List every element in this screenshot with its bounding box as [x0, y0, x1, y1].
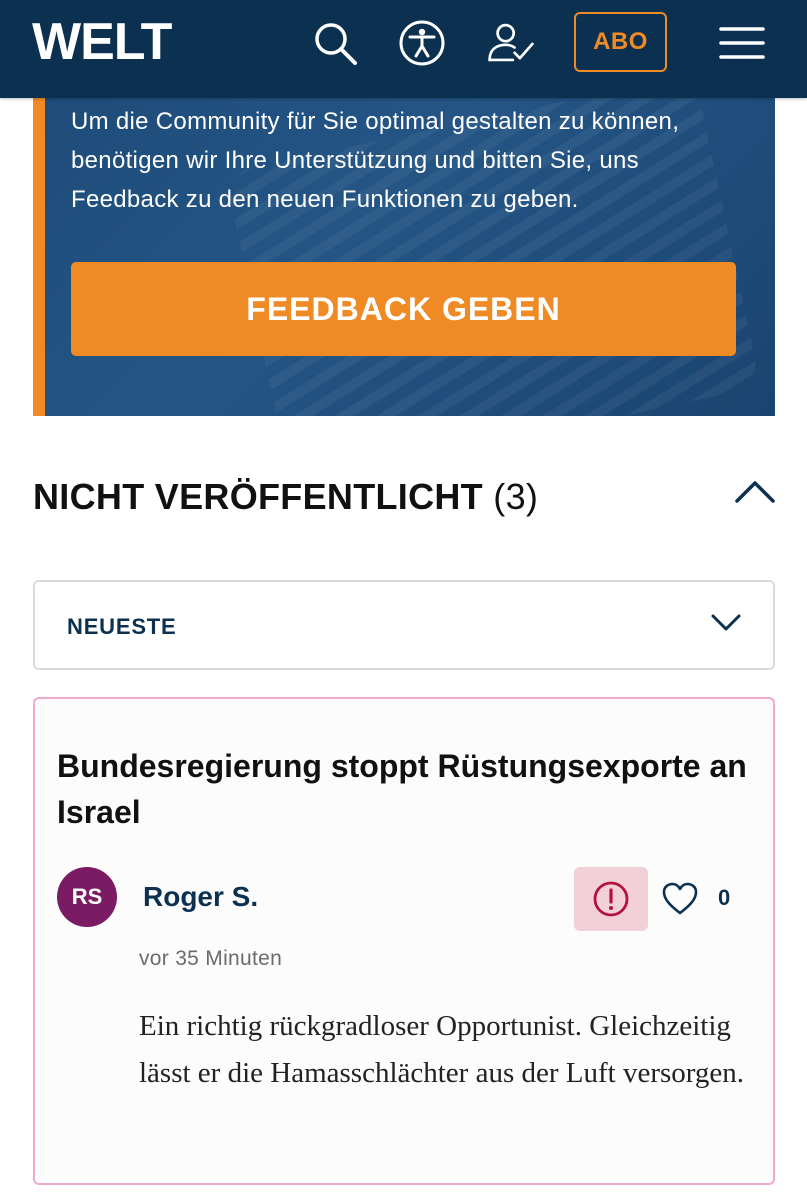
banner-text: Um die Community für Sie optimal gestalt…: [71, 108, 680, 213]
comment-author[interactable]: Roger S.: [143, 881, 258, 913]
chevron-down-icon: [710, 612, 742, 639]
comment-card: Bundesregierung stoppt Rüstungsexporte a…: [33, 697, 775, 1185]
menu-icon[interactable]: [716, 18, 768, 68]
comment-text: Ein richtig rückgradloser Opportunist. G…: [139, 1010, 745, 1089]
site-header: WELT ABO: [0, 0, 807, 98]
search-icon[interactable]: [310, 18, 360, 68]
comment-timestamp: vor 35 Minuten: [139, 947, 283, 970]
sort-selected-value: NEUESTE: [67, 614, 177, 639]
avatar: RS: [57, 867, 117, 927]
sort-dropdown[interactable]: NEUESTE: [33, 580, 775, 670]
heart-icon[interactable]: [662, 882, 698, 916]
section-count: (3): [493, 476, 539, 517]
section-title[interactable]: NICHT VERÖFFENTLICHT (3): [33, 476, 538, 518]
accessibility-icon[interactable]: [397, 18, 447, 68]
feedback-button[interactable]: FEEDBACK GEBEN: [71, 262, 736, 356]
login-icon[interactable]: [486, 18, 536, 68]
section-title-label: NICHT VERÖFFENTLICHT: [33, 476, 483, 517]
welt-logo[interactable]: WELT: [32, 12, 172, 72]
warning-icon: [593, 881, 629, 917]
subscribe-button[interactable]: ABO: [574, 12, 667, 72]
article-title[interactable]: Bundesregierung stoppt Rüstungsexporte a…: [57, 743, 757, 835]
report-button[interactable]: [574, 867, 648, 931]
chevron-up-icon[interactable]: [734, 478, 776, 509]
like-count: 0: [718, 885, 731, 910]
